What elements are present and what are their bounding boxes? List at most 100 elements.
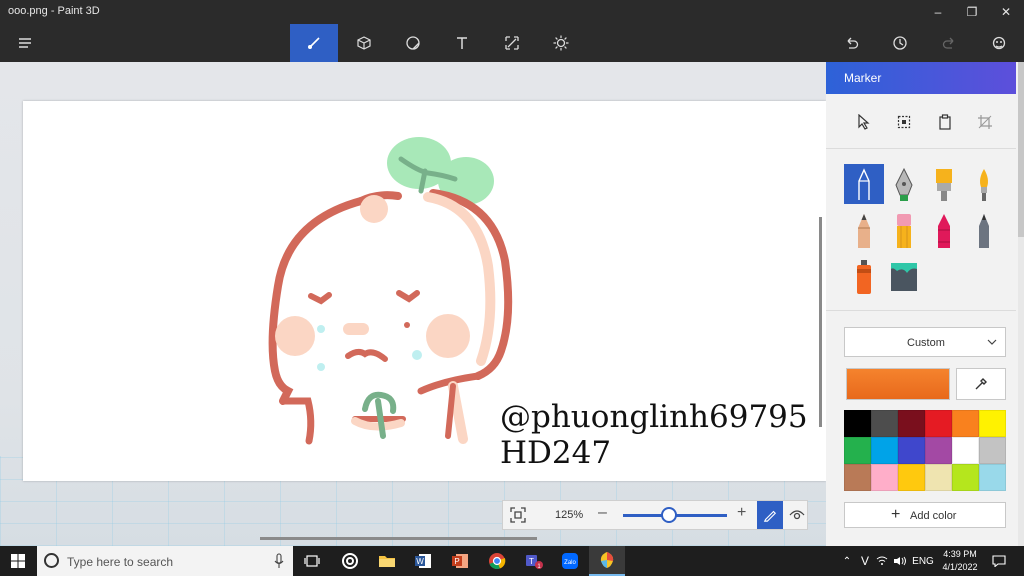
task-view-icon[interactable]	[294, 546, 330, 576]
color-swatch[interactable]	[898, 410, 925, 437]
pixel-pen-icon	[979, 214, 989, 248]
color-swatch[interactable]	[952, 437, 979, 464]
eyedropper-button[interactable]	[956, 368, 1006, 400]
current-color-swatch[interactable]	[846, 368, 950, 400]
oil-brush[interactable]	[924, 164, 964, 204]
eye-icon	[789, 510, 805, 520]
3d-library-icon[interactable]	[975, 24, 1023, 62]
fit-to-screen-icon[interactable]	[509, 506, 527, 524]
start-button[interactable]	[0, 546, 36, 576]
tool-panel: Marker Custom + Add color	[826, 62, 1024, 546]
eyedropper-icon	[975, 378, 987, 390]
color-swatch[interactable]	[979, 410, 1006, 437]
color-swatch[interactable]	[925, 437, 952, 464]
pen-mode-button[interactable]	[757, 501, 783, 529]
language-indicator[interactable]: ENG	[910, 546, 936, 576]
redo-icon[interactable]	[926, 24, 974, 62]
history-icon[interactable]	[876, 24, 924, 62]
microphone-icon[interactable]	[273, 553, 285, 569]
zalo-app-icon[interactable]: Zalo	[552, 546, 588, 576]
vertical-scrollbar[interactable]	[819, 217, 822, 427]
zoom-in-button[interactable]: +	[737, 504, 746, 522]
paint-3d-app-icon[interactable]	[589, 546, 625, 576]
select-icon[interactable]	[852, 111, 876, 133]
drawing-canvas[interactable]: @phuonglinh69795 HD247	[23, 101, 826, 481]
search-icon	[44, 553, 59, 568]
maximize-button[interactable]: ❐	[955, 0, 989, 24]
eraser-icon	[897, 214, 911, 248]
fill-bucket-icon	[891, 263, 917, 291]
pixel-pen-brush[interactable]	[964, 210, 1004, 250]
color-swatch[interactable]	[844, 464, 871, 491]
calligraphy-pen-icon	[895, 167, 913, 201]
brushes-icon[interactable]	[290, 24, 338, 62]
volume-icon[interactable]	[892, 546, 908, 576]
show-hidden-icons-icon[interactable]: ⌃	[840, 546, 854, 576]
add-color-button[interactable]: + Add color	[844, 502, 1006, 528]
file-explorer-icon[interactable]	[369, 546, 405, 576]
brush-type-dropdown[interactable]: Custom	[844, 327, 1006, 357]
paste-icon[interactable]	[933, 111, 957, 133]
color-swatch[interactable]	[952, 410, 979, 437]
chrome-app-icon[interactable]	[479, 546, 515, 576]
horizontal-scrollbar[interactable]	[260, 537, 537, 540]
v-tray-icon[interactable]: V	[858, 546, 872, 576]
undo-icon[interactable]	[827, 24, 875, 62]
color-swatch[interactable]	[925, 464, 952, 491]
canvas-icon[interactable]	[488, 24, 536, 62]
color-swatch[interactable]	[871, 437, 898, 464]
crop-region-icon[interactable]	[892, 111, 916, 133]
eraser-brush[interactable]	[884, 210, 924, 250]
fill-brush[interactable]	[884, 256, 924, 296]
spray-can-brush[interactable]	[844, 256, 884, 296]
panel-scrollbar-thumb[interactable]	[1018, 62, 1024, 237]
network-wifi-icon[interactable]	[875, 546, 889, 576]
color-swatch[interactable]	[979, 437, 1006, 464]
crop-icon[interactable]	[973, 111, 997, 133]
svg-text:W: W	[416, 557, 424, 566]
color-swatch[interactable]	[844, 410, 871, 437]
color-swatch[interactable]	[925, 410, 952, 437]
color-swatch[interactable]	[898, 437, 925, 464]
calligraphy-pen-brush[interactable]	[884, 164, 924, 204]
pencil-brush[interactable]	[844, 210, 884, 250]
effects-icon[interactable]	[537, 24, 585, 62]
text-icon[interactable]	[438, 24, 486, 62]
stickers-icon[interactable]	[389, 24, 437, 62]
crayon-brush[interactable]	[924, 210, 964, 250]
pen-icon	[763, 510, 777, 522]
color-swatch[interactable]	[871, 410, 898, 437]
watermark-username: @phuonglinh69795	[500, 399, 808, 435]
windows-logo-icon	[11, 554, 25, 568]
spray-can-icon	[857, 260, 871, 294]
word-app-icon[interactable]: W	[405, 546, 441, 576]
oil-brush-icon	[936, 169, 952, 201]
cortana-app-icon[interactable]	[332, 546, 368, 576]
color-swatch[interactable]	[871, 464, 898, 491]
color-swatch[interactable]	[952, 464, 979, 491]
marker-brush[interactable]	[844, 164, 884, 204]
title-bar: ooo.png - Paint 3D – ❐ ✕	[0, 0, 1024, 24]
watercolor-brush[interactable]	[964, 164, 1004, 204]
teams-app-icon[interactable]: T1	[516, 546, 552, 576]
taskbar-search-box[interactable]: Type here to search	[37, 546, 293, 576]
panel-divider	[826, 148, 1016, 149]
powerpoint-app-icon[interactable]: P	[442, 546, 478, 576]
view-mode-button[interactable]	[785, 501, 809, 529]
color-swatch[interactable]	[898, 464, 925, 491]
svg-text:T: T	[529, 557, 534, 566]
notifications-icon[interactable]	[990, 546, 1008, 576]
menu-icon[interactable]	[1, 24, 49, 62]
add-color-label: Add color	[910, 510, 957, 522]
color-palette	[844, 410, 1006, 492]
clock-time: 4:39 PM	[943, 549, 977, 559]
3d-shapes-icon[interactable]	[340, 24, 388, 62]
color-swatch[interactable]	[979, 464, 1006, 491]
color-swatch[interactable]	[844, 437, 871, 464]
minimize-button[interactable]: –	[921, 0, 955, 24]
system-clock[interactable]: 4:39 PM 4/1/2022	[936, 548, 984, 574]
panel-scrollbar[interactable]	[1018, 62, 1024, 546]
zoom-out-button[interactable]: –	[598, 504, 607, 522]
close-button[interactable]: ✕	[989, 0, 1023, 24]
zoom-slider-thumb[interactable]	[660, 507, 677, 523]
